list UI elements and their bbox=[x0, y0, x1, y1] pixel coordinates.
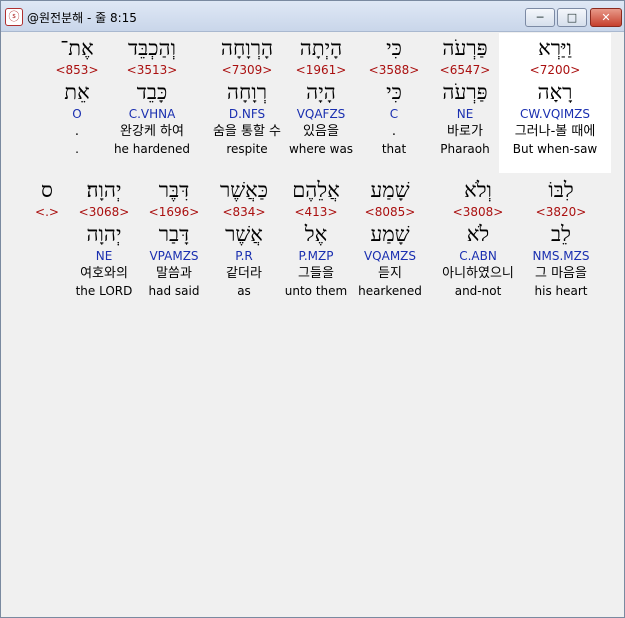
app-window: ⓢ @원전분해 - 줄 8:15 ─ □ ✕ וַיַּרְא <7200> רָא… bbox=[0, 0, 625, 618]
strong-number: <853> bbox=[55, 63, 99, 77]
hebrew-word: הָרְוָחָה bbox=[220, 36, 274, 60]
morphology-code: O bbox=[72, 107, 82, 121]
korean-gloss: 아니하였으니 bbox=[442, 266, 514, 281]
hebrew-word: וַיַּרְא bbox=[538, 36, 572, 60]
strong-number: <3820> bbox=[535, 205, 587, 219]
hebrew-lemma: רְוָחָה bbox=[226, 80, 268, 104]
english-gloss: and-not bbox=[454, 284, 502, 298]
morphology-code bbox=[2, 247, 92, 265]
hebrew-lemma: אֵת bbox=[64, 80, 90, 104]
window-title: @원전분해 - 줄 8:15 bbox=[27, 11, 137, 25]
morphology-code: D.NFS bbox=[228, 107, 266, 121]
app-logo-icon[interactable]: ⓢ bbox=[5, 8, 23, 26]
strong-number: <3808> bbox=[452, 205, 504, 219]
strong-number: <.> bbox=[35, 205, 59, 219]
english-gloss bbox=[2, 283, 92, 300]
korean-gloss: 그러나-볼 때에 bbox=[514, 124, 596, 139]
word-column[interactable]: וְלֹא <3808> לֹא C.ABN 아니하였으니 and-not bbox=[433, 177, 523, 300]
strong-number: <7200> bbox=[529, 63, 581, 77]
korean-gloss: 숨을 통할 수 bbox=[212, 124, 282, 139]
korean-gloss: 그 마음을 bbox=[535, 266, 587, 281]
maximize-button[interactable]: □ bbox=[557, 8, 587, 27]
morphology-code: NMS.MZS bbox=[532, 249, 590, 263]
minimize-button[interactable]: ─ bbox=[525, 8, 555, 27]
close-button[interactable]: ✕ bbox=[590, 8, 622, 27]
korean-gloss bbox=[2, 265, 92, 283]
interlinear-view[interactable]: וַיַּרְא <7200> רָאָה CW.VQIMZS 그러나-볼 때에 But … bbox=[6, 32, 619, 611]
english-gloss: But when-saw bbox=[512, 142, 598, 156]
strong-number: <7309> bbox=[221, 63, 273, 77]
english-gloss: respite bbox=[226, 142, 268, 156]
hebrew-lemma: לֹא bbox=[466, 222, 490, 246]
hebrew-word: ס bbox=[41, 178, 53, 202]
hebrew-word: לִבּוֹ bbox=[548, 178, 574, 202]
morphology-code: C.ABN bbox=[459, 249, 497, 263]
word-column[interactable]: הָרְוָחָה <7309> רְוָחָה D.NFS 숨을 통할 수 respit… bbox=[202, 35, 292, 158]
hebrew-lemma: רָאָה bbox=[537, 80, 573, 104]
english-gloss: . bbox=[75, 142, 79, 156]
word-column[interactable]: אֶת־ <853> אֵת O.. bbox=[32, 35, 122, 158]
word-column[interactable]: וַיַּרְא <7200> רָאָה CW.VQIMZS 그러나-볼 때에 But … bbox=[510, 35, 600, 158]
word-column[interactable]: ס <.> bbox=[2, 177, 92, 300]
hebrew-word: אֶת־ bbox=[60, 36, 94, 60]
korean-gloss: . bbox=[74, 124, 80, 139]
hebrew-word: וְלֹא bbox=[464, 178, 492, 202]
morphology-code: CW.VQIMZS bbox=[519, 107, 591, 121]
word-column[interactable]: לִבּוֹ <3820> לֵב NMS.MZS 그 마음을 his heart bbox=[516, 177, 606, 300]
english-gloss: his heart bbox=[534, 284, 588, 298]
hebrew-lemma bbox=[2, 221, 92, 247]
title-bar[interactable]: ⓢ @원전분해 - 줄 8:15 ─ □ ✕ bbox=[1, 1, 624, 32]
hebrew-lemma: לֵב bbox=[551, 222, 571, 246]
